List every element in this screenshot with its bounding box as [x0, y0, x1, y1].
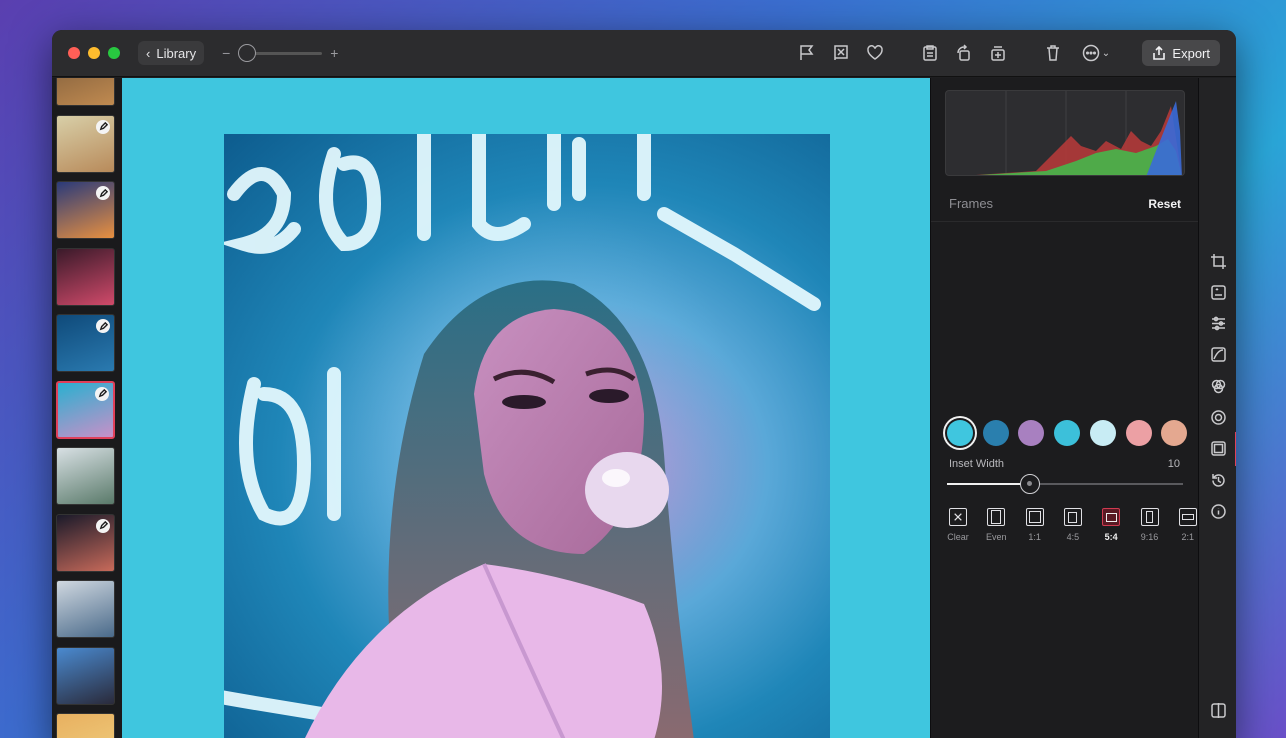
crop-icon[interactable] — [1208, 251, 1228, 271]
more-icon[interactable]: ⌄ — [1079, 42, 1113, 64]
edited-pencil-icon — [96, 319, 110, 333]
edited-pencil-icon — [95, 386, 109, 401]
info-icon[interactable] — [1208, 501, 1228, 521]
chevron-down-icon: ⌄ — [1101, 47, 1111, 59]
adjust-icon[interactable] — [1208, 314, 1228, 334]
filmstrip — [52, 78, 122, 738]
tool-strip — [1198, 78, 1236, 738]
frame-ratio-label: 4:5 — [1066, 532, 1080, 542]
window-controls — [68, 47, 120, 59]
filmstrip-thumbnail[interactable] — [56, 580, 115, 638]
inspector-panel: Frames Reset Inset Width 10 Clear Even 1:1… — [930, 78, 1199, 738]
filmstrip-thumbnail[interactable] — [56, 78, 115, 106]
frame-ratio-label: Clear — [947, 532, 969, 542]
ratio-9-16-icon — [1140, 508, 1159, 526]
trash-icon[interactable] — [1042, 42, 1064, 64]
duplicate-icon[interactable] — [987, 42, 1009, 64]
ratio-5-4-icon — [1102, 508, 1121, 526]
frame-ratio-4-5[interactable]: 4:5 — [1054, 506, 1092, 552]
frame-color-swatch[interactable] — [1089, 420, 1116, 446]
color-icon[interactable] — [1208, 376, 1228, 396]
chevron-left-icon: ‹ — [146, 45, 151, 61]
frame-ratio-9-16[interactable]: 9:16 — [1131, 506, 1169, 552]
compare-icon[interactable] — [1208, 700, 1228, 720]
library-back-label: Library — [156, 45, 197, 61]
slider-fill — [947, 483, 1030, 485]
effects-icon[interactable] — [1208, 408, 1228, 428]
zoom-slider[interactable] — [238, 43, 323, 62]
toolbar: ‹ Library − + ⌄ Export — [52, 30, 1236, 77]
library-back-button[interactable]: ‹ Library — [138, 41, 205, 65]
minimize-window-button[interactable] — [88, 47, 100, 59]
frame-color-swatch[interactable] — [1054, 420, 1081, 446]
ratio-4-5-icon — [1063, 508, 1082, 526]
inset-width-label: Inset Width — [949, 458, 1005, 470]
rotate-icon[interactable] — [953, 42, 975, 64]
frames-section-header: Frames Reset — [931, 186, 1199, 222]
zoom-out-button[interactable]: − — [222, 45, 230, 61]
clear-frame-icon — [949, 508, 967, 526]
inset-width-slider[interactable] — [947, 474, 1183, 494]
edited-pencil-icon — [96, 119, 110, 134]
filmstrip-thumbnail[interactable] — [56, 314, 115, 372]
frame-color-swatch[interactable] — [1161, 420, 1188, 446]
frame-ratio-1-1[interactable]: 1:1 — [1016, 506, 1054, 552]
main-photo[interactable] — [224, 134, 830, 738]
inset-width-value: 10 — [1167, 458, 1180, 470]
frame-color-swatch[interactable] — [947, 420, 973, 446]
frames-icon[interactable] — [1208, 439, 1228, 459]
reject-icon[interactable] — [830, 42, 852, 64]
frame-ratio-5-4[interactable]: 5:4 — [1092, 506, 1130, 552]
zoom-control: − + — [222, 43, 338, 62]
filmstrip-thumbnail[interactable] — [56, 247, 115, 306]
share-icon — [1153, 46, 1166, 60]
edited-pencil-icon — [96, 186, 110, 200]
section-title: Frames — [949, 196, 994, 211]
auto-enhance-icon[interactable] — [1208, 282, 1228, 302]
frame-ratio-options: Clear Even 1:1 4:5 5:4 9:16 2:1 — [939, 506, 1197, 552]
filmstrip-thumbnail[interactable] — [56, 646, 115, 705]
export-label: Export — [1172, 45, 1210, 61]
frame-ratio-clear[interactable]: Clear — [939, 506, 977, 552]
filmstrip-thumbnail[interactable] — [56, 380, 115, 439]
frame-color-swatch[interactable] — [1125, 420, 1152, 446]
clipboard-icon[interactable] — [919, 42, 941, 64]
histogram-graph — [976, 91, 1182, 175]
frame-ratio-label: Even — [986, 532, 1007, 542]
filmstrip-thumbnail[interactable] — [56, 513, 115, 572]
app-window: ‹ Library − + ⌄ Export Frames Reset Inse… — [52, 30, 1236, 738]
frame-ratio-label: 5:4 — [1104, 532, 1118, 542]
slider-knob[interactable] — [1019, 474, 1040, 494]
reset-button[interactable]: Reset — [1148, 197, 1181, 211]
even-frame-icon — [987, 508, 1006, 526]
curves-icon[interactable] — [1208, 345, 1228, 365]
frame-color-swatch[interactable] — [982, 420, 1009, 446]
photo-illustration — [224, 134, 821, 738]
image-canvas — [122, 78, 930, 738]
export-button[interactable]: Export — [1142, 40, 1220, 66]
zoom-slider-knob[interactable] — [238, 43, 257, 62]
flag-icon[interactable] — [796, 42, 818, 64]
active-tool-indicator — [1235, 431, 1236, 466]
close-window-button[interactable] — [68, 47, 80, 59]
frame-ratio-label: 1:1 — [1028, 532, 1041, 542]
edited-pencil-icon — [96, 518, 110, 533]
heart-icon[interactable] — [864, 42, 886, 64]
zoom-window-button[interactable] — [108, 47, 120, 59]
ratio-2-1-icon — [1178, 508, 1197, 526]
history-icon[interactable] — [1208, 470, 1228, 490]
histogram — [945, 90, 1185, 176]
filmstrip-thumbnail[interactable] — [56, 713, 115, 738]
filmstrip-thumbnail[interactable] — [56, 114, 115, 173]
frame-ratio-even[interactable]: Even — [977, 506, 1015, 552]
frame-color-swatches — [945, 420, 1199, 450]
filmstrip-thumbnail[interactable] — [56, 447, 115, 505]
frame-color-swatch[interactable] — [1018, 420, 1045, 446]
filmstrip-thumbnail[interactable] — [56, 181, 115, 239]
zoom-in-button[interactable]: + — [330, 45, 338, 61]
frame-ratio-label: 9:16 — [1140, 532, 1159, 542]
ratio-1-1-icon — [1025, 508, 1044, 526]
